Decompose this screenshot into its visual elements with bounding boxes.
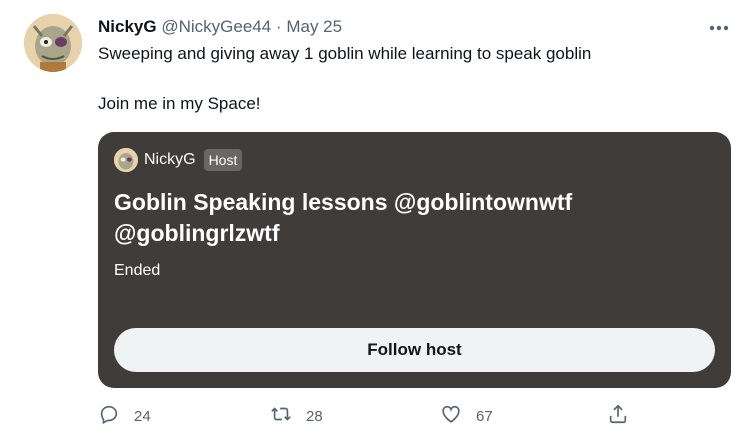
retweet-button[interactable]: 28 (270, 403, 323, 429)
follow-host-button[interactable]: Follow host (114, 328, 715, 372)
goblin-avatar-image (24, 14, 82, 72)
tweet-date[interactable]: May 25 (286, 17, 342, 36)
reply-button[interactable]: 24 (98, 403, 151, 429)
tweet-text-line-1: Sweeping and giving away 1 goblin while … (98, 44, 592, 63)
tweet-header: NickyG @NickyGee44 · May 25 (98, 16, 342, 38)
reply-icon (98, 403, 120, 430)
host-badge: Host (203, 149, 243, 171)
host-avatar (114, 148, 138, 172)
space-title: Goblin Speaking lessons @goblintownwtf @… (114, 189, 573, 246)
tweet-text-line-2: Join me in my Space! (98, 94, 261, 113)
avatar[interactable] (24, 14, 82, 72)
like-button[interactable]: 67 (440, 403, 493, 429)
space-status: Ended (114, 262, 161, 279)
space-host-name: NickyG (144, 151, 196, 168)
header-separator: · (275, 17, 282, 36)
author-handle[interactable]: @NickyGee44 (161, 17, 271, 36)
space-card[interactable]: NickyG Host Goblin Speaking lessons @gob… (98, 132, 731, 388)
share-button[interactable] (607, 403, 629, 429)
reply-count: 24 (134, 407, 151, 425)
like-icon (440, 403, 462, 430)
more-icon[interactable] (703, 14, 735, 42)
author-name[interactable]: NickyG (98, 17, 157, 36)
like-count: 67 (476, 407, 493, 425)
space-host-row: NickyG Host (114, 148, 243, 172)
retweet-icon (270, 403, 292, 430)
retweet-count: 28 (306, 407, 323, 425)
share-icon (607, 403, 629, 430)
